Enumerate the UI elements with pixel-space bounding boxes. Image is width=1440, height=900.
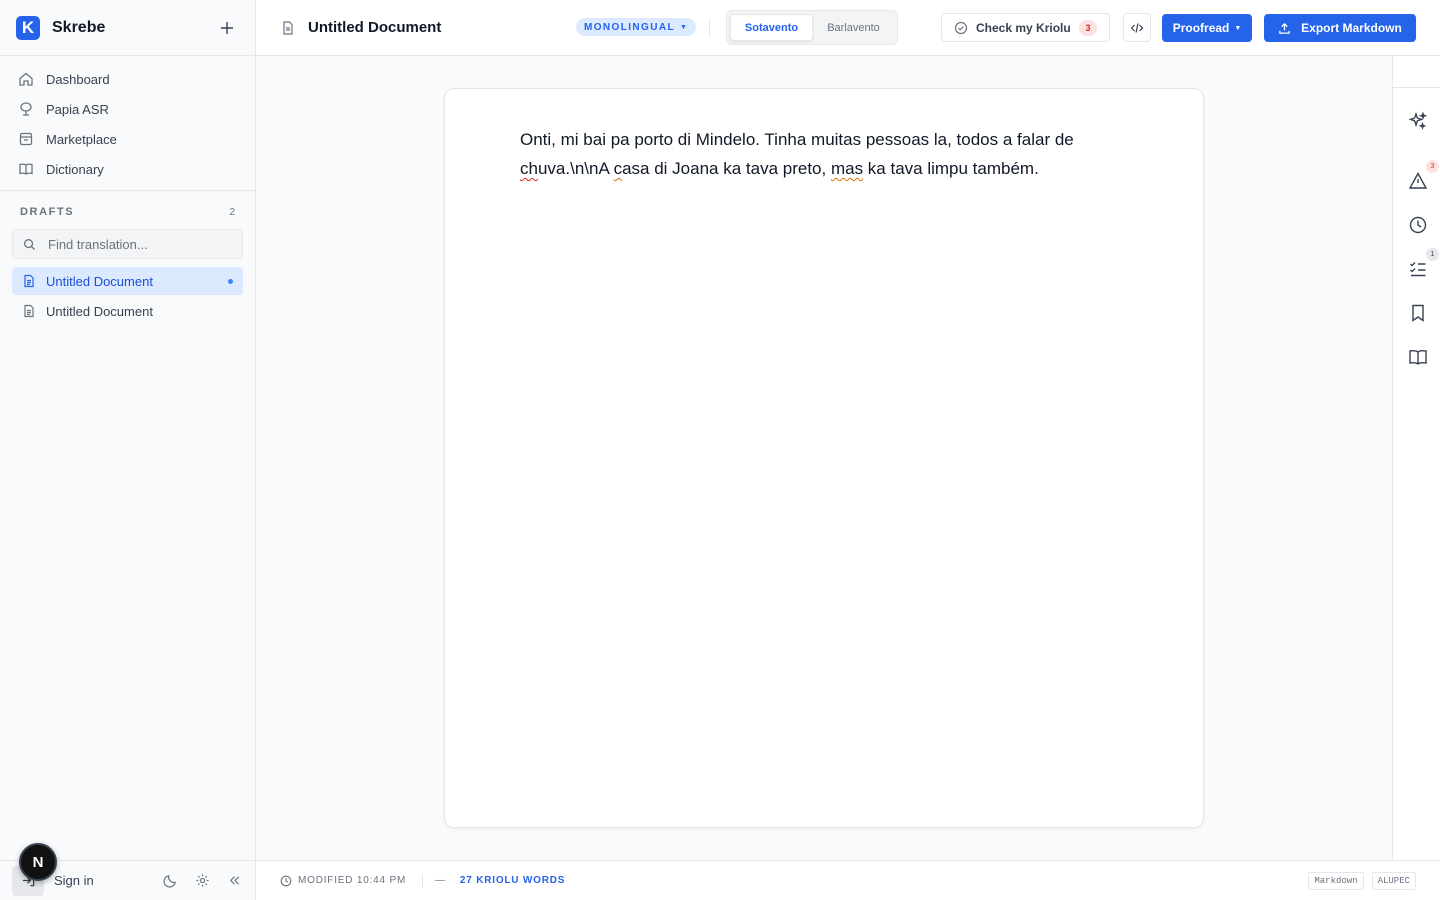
editor-text: uva.\n\nA	[537, 159, 614, 178]
variant-toggle: Sotavento Barlavento	[726, 10, 898, 45]
history-button[interactable]	[1407, 214, 1429, 236]
check-label: Check my Kriolu	[976, 20, 1071, 35]
editor-text: ka tava limpu também.	[863, 159, 1039, 178]
checklist-icon	[1410, 262, 1426, 277]
warnings-badge: 3	[1426, 160, 1439, 173]
editor-text: asa di Joana ka tava preto,	[622, 159, 831, 178]
status-bar: MODIFIED 10:44 PM — 27 KRIOLU WORDS Mark…	[256, 860, 1440, 900]
proofread-button[interactable]: Proofread ▼	[1162, 14, 1252, 42]
dictionary-panel-button[interactable]	[1407, 346, 1429, 368]
status-dash: —	[435, 875, 446, 886]
word-count: 27 KRIOLU WORDS	[459, 875, 566, 886]
plus-icon	[221, 21, 233, 34]
nav-label: Dictionary	[46, 161, 104, 177]
search-input[interactable]	[48, 236, 228, 252]
draft-label: Untitled Document	[46, 303, 153, 319]
document-icon	[24, 274, 34, 288]
nav-label: Papia ASR	[46, 101, 109, 117]
nav-label: Marketplace	[46, 131, 117, 147]
variant-sotavento[interactable]: Sotavento	[730, 14, 813, 41]
nav-item-marketplace[interactable]: Marketplace	[12, 124, 243, 154]
microphone-icon	[20, 102, 32, 116]
grammar-warning-mark[interactable]: c	[614, 159, 623, 178]
export-markdown-button[interactable]: Export Markdown	[1264, 14, 1416, 42]
document-icon	[283, 20, 293, 35]
mode-selector[interactable]: MONOLINGUAL ▼	[576, 18, 697, 36]
check-kriolu-button[interactable]: Check my Kriolu 3	[941, 13, 1110, 42]
document-editor[interactable]: Onti, mi bai pa porto di Mindelo. Tinha …	[520, 125, 1110, 183]
caret-down-icon: ▼	[679, 23, 689, 31]
nav-label: Dashboard	[46, 71, 110, 87]
divider	[709, 18, 710, 38]
issue-count-badge: 3	[1079, 19, 1097, 36]
document-title[interactable]: Untitled Document	[308, 19, 441, 36]
mode-label: MONOLINGUAL	[584, 21, 675, 33]
home-icon	[19, 72, 33, 86]
collapse-sidebar-icon[interactable]	[225, 872, 243, 890]
caret-down-icon: ▼	[1234, 24, 1242, 32]
footer-actions	[161, 872, 243, 890]
app-name: Skrebe	[52, 18, 106, 36]
editor-header: Untitled Document MONOLINGUAL ▼ Sotavent…	[256, 0, 1440, 56]
drafts-title: DRAFTS	[20, 206, 75, 218]
main-nav: Dashboard Papia ASR Marketplace Dictiona…	[0, 56, 255, 191]
book-icon	[19, 163, 33, 175]
checklist-button[interactable]: 1	[1407, 248, 1439, 280]
new-draft-button[interactable]	[215, 16, 239, 40]
drafts-header: DRAFTS 2	[0, 205, 255, 219]
app-logo[interactable]: K	[16, 15, 40, 40]
drafts-count: 2	[229, 206, 235, 218]
tasks-badge: 1	[1426, 248, 1439, 261]
moon-icon[interactable]	[161, 872, 179, 890]
check-circle-icon	[954, 21, 968, 34]
modified-text: MODIFIED 10:44 PM	[298, 875, 407, 886]
warnings-button[interactable]: 3	[1407, 160, 1439, 192]
variant-barlavento[interactable]: Barlavento	[813, 14, 894, 41]
export-label: Export Markdown	[1301, 21, 1402, 35]
source-view-button[interactable]	[1123, 13, 1151, 42]
search-icon	[24, 238, 36, 250]
format-tag-alupec[interactable]: ALUPEC	[1371, 871, 1416, 890]
draft-search	[12, 229, 243, 259]
nav-item-dictionary[interactable]: Dictionary	[12, 154, 243, 184]
store-icon	[19, 132, 33, 146]
modified-status: MODIFIED 10:44 PM	[280, 875, 406, 887]
nav-item-papia-asr[interactable]: Papia ASR	[12, 94, 243, 124]
rail-header	[1393, 56, 1440, 88]
sparkles-icon	[1408, 111, 1428, 130]
divider	[422, 873, 424, 888]
document-page: Onti, mi bai pa porto di Mindelo. Tinha …	[444, 88, 1204, 828]
bookmark-icon	[1412, 304, 1424, 322]
sign-in-label[interactable]: Sign in	[54, 873, 94, 888]
code-icon	[1130, 22, 1144, 33]
bookmarks-button[interactable]	[1407, 302, 1429, 324]
right-tool-rail: 3 1	[1392, 56, 1440, 860]
document-icon	[24, 304, 34, 318]
upload-icon	[1279, 22, 1290, 34]
editor-text: Onti, mi bai pa porto di Mindelo. Tinha …	[520, 130, 1074, 149]
draft-item[interactable]: Untitled Document	[12, 297, 243, 325]
grammar-warning-mark[interactable]: mas	[831, 159, 863, 178]
open-book-icon	[1409, 350, 1427, 365]
draft-list: Untitled Document Untitled Document	[0, 267, 255, 325]
unsaved-dot	[228, 278, 233, 284]
editor-canvas: Onti, mi bai pa porto di Mindelo. Tinha …	[256, 56, 1392, 860]
format-tags: Markdown ALUPEC	[1308, 871, 1416, 890]
proofread-label: Proofread	[1172, 21, 1230, 35]
clock-icon	[280, 875, 292, 886]
nav-item-dashboard[interactable]: Dashboard	[12, 64, 243, 94]
gear-icon[interactable]	[193, 872, 211, 890]
spelling-error-mark[interactable]: ch	[520, 159, 538, 178]
draft-label: Untitled Document	[46, 273, 153, 289]
clock-icon	[1409, 216, 1427, 234]
dev-indicator-badge[interactable]: N	[19, 843, 57, 881]
format-tag-markdown[interactable]: Markdown	[1308, 871, 1364, 890]
warning-icon	[1408, 172, 1428, 189]
ai-assist-button[interactable]	[1407, 110, 1429, 132]
draft-item[interactable]: Untitled Document	[12, 267, 243, 295]
brand-bar: K Skrebe	[0, 0, 255, 56]
sidebar: K Skrebe Dashboard Papia ASR Marketplace…	[0, 0, 256, 900]
